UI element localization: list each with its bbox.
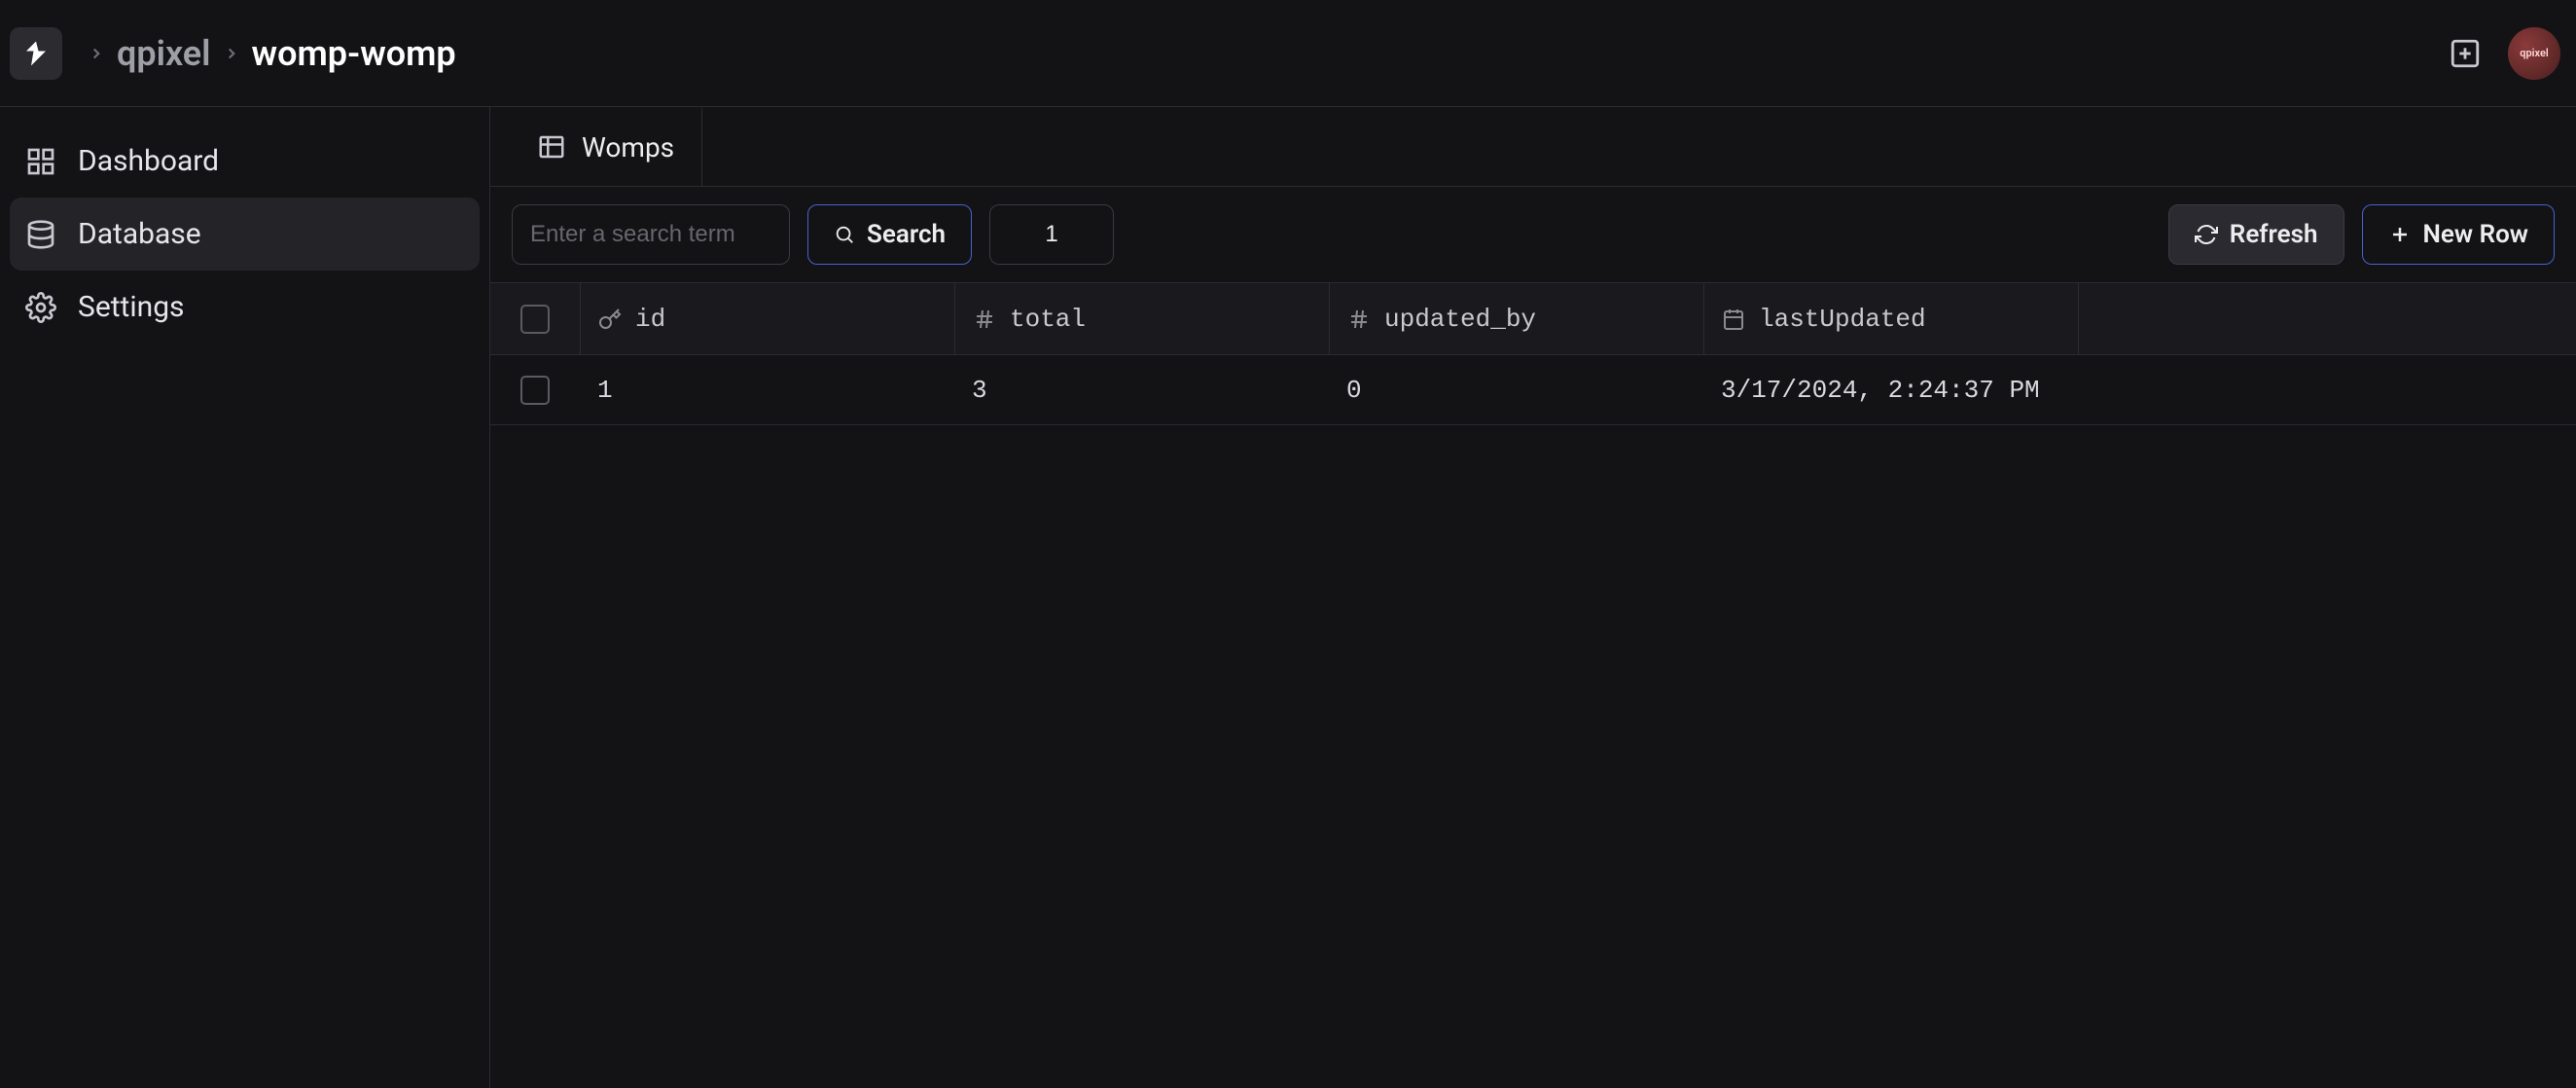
tabs: Womps <box>490 107 2576 187</box>
refresh-button-label: Refresh <box>2230 220 2318 249</box>
header: qpixel womp-womp qpixel <box>0 0 2576 107</box>
database-icon <box>25 219 56 250</box>
cell-total: 3 <box>954 355 1329 424</box>
gear-icon <box>25 292 56 323</box>
column-id[interactable]: id <box>580 283 954 354</box>
column-trailing <box>2078 283 2576 354</box>
sidebar-item-database[interactable]: Database <box>10 198 480 271</box>
plus-square-icon <box>2449 37 2482 70</box>
data-table: id total updated_by <box>490 282 2576 425</box>
breadcrumb-org[interactable]: qpixel <box>117 33 211 74</box>
column-label: id <box>635 305 665 334</box>
breadcrumb-project[interactable]: womp-womp <box>252 33 456 74</box>
search-input[interactable] <box>512 204 790 265</box>
sidebar-item-label: Dashboard <box>78 144 219 178</box>
dashboard-icon <box>25 146 56 177</box>
column-total[interactable]: total <box>954 283 1329 354</box>
search-button[interactable]: Search <box>807 204 972 265</box>
tab-label: Womps <box>582 131 674 163</box>
select-all-cell <box>490 283 580 354</box>
new-row-button[interactable]: New Row <box>2362 204 2555 265</box>
breadcrumb: qpixel womp-womp <box>80 33 456 74</box>
chevron-right-icon <box>215 45 248 62</box>
chevron-right-icon <box>80 45 113 62</box>
plus-icon <box>2388 223 2412 246</box>
table-row[interactable]: 1 3 0 3/17/2024, 2:24:37 PM <box>490 355 2576 425</box>
cell-updated-by: 0 <box>1329 355 1703 424</box>
table-header: id total updated_by <box>490 283 2576 355</box>
table-icon <box>537 132 566 162</box>
avatar[interactable]: qpixel <box>2508 27 2560 80</box>
cell-id: 1 <box>580 355 954 424</box>
hash-icon <box>973 308 996 331</box>
sidebar: Dashboard Database Settings <box>0 107 490 1088</box>
sidebar-item-label: Database <box>78 217 201 251</box>
calendar-icon <box>1722 308 1745 331</box>
header-actions: qpixel <box>2444 27 2566 80</box>
toolbar: Search Refresh New Row <box>490 187 2576 282</box>
row-checkbox[interactable] <box>520 376 550 405</box>
select-row-cell <box>490 355 580 424</box>
search-icon <box>834 224 855 245</box>
sidebar-item-settings[interactable]: Settings <box>10 271 480 344</box>
select-all-checkbox[interactable] <box>520 305 550 334</box>
column-label: total <box>1010 305 1086 334</box>
avatar-label: qpixel <box>2520 47 2549 59</box>
bell-icon <box>21 39 51 68</box>
page-input[interactable] <box>989 204 1114 265</box>
column-label: lastUpdated <box>1759 305 1926 334</box>
key-icon <box>598 308 622 331</box>
main: Womps Search Refresh New Row <box>490 107 2576 1088</box>
app-logo[interactable] <box>10 27 62 80</box>
column-last-updated[interactable]: lastUpdated <box>1703 283 2078 354</box>
column-label: updated_by <box>1384 305 1536 334</box>
tab-womps[interactable]: Womps <box>510 107 702 186</box>
search-button-label: Search <box>867 220 946 249</box>
refresh-button[interactable]: Refresh <box>2168 204 2344 265</box>
cell-last-updated: 3/17/2024, 2:24:37 PM <box>1703 355 2190 424</box>
sidebar-item-dashboard[interactable]: Dashboard <box>10 125 480 198</box>
refresh-icon <box>2195 223 2218 246</box>
column-updated-by[interactable]: updated_by <box>1329 283 1703 354</box>
add-button[interactable] <box>2444 32 2487 75</box>
hash-icon <box>1347 308 1371 331</box>
sidebar-item-label: Settings <box>78 290 185 324</box>
new-row-button-label: New Row <box>2423 220 2528 249</box>
